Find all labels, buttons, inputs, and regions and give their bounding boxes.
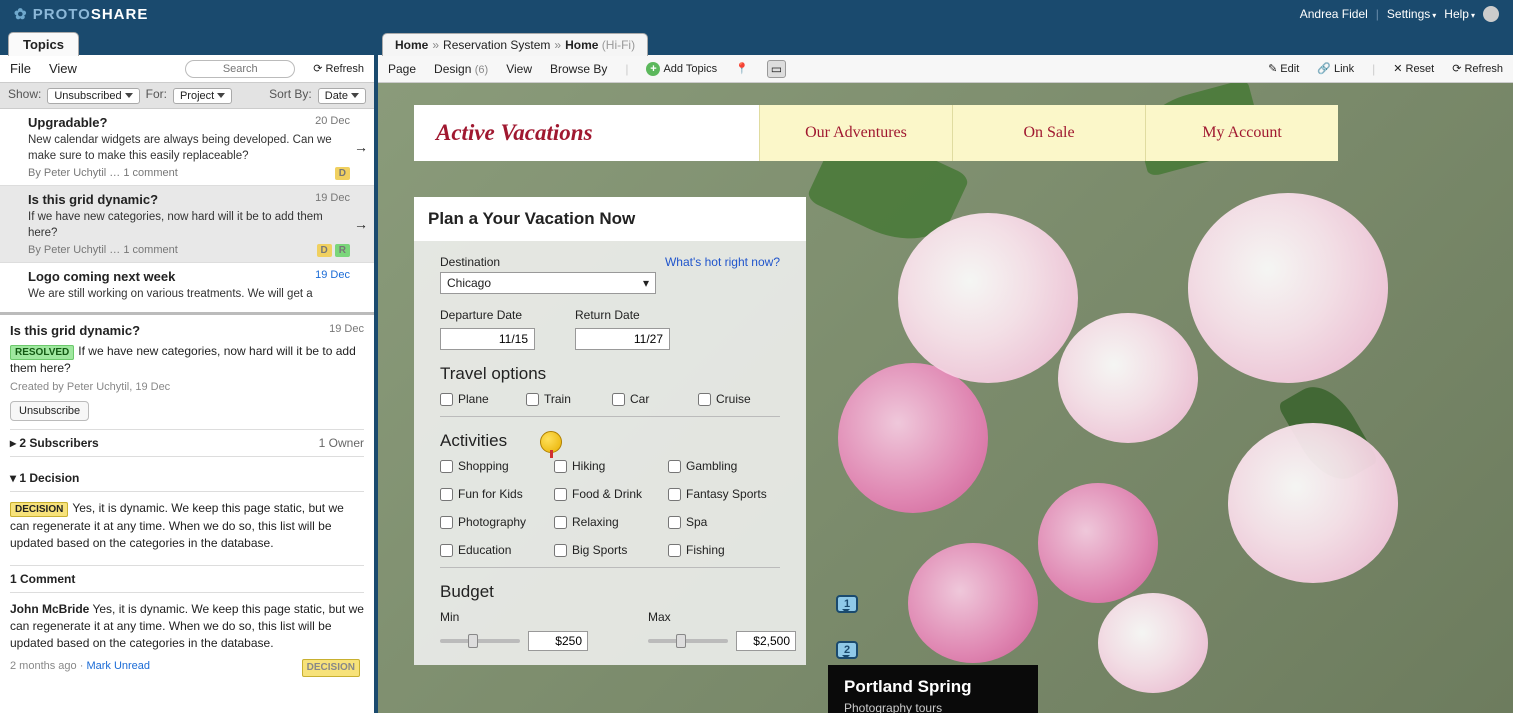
chk-activity[interactable]: Relaxing	[554, 515, 664, 529]
menu-file[interactable]: File	[10, 61, 31, 76]
tab-topics[interactable]: Topics	[8, 32, 79, 56]
link-button[interactable]: 🔗Link	[1317, 62, 1354, 75]
topic-item[interactable]: 19 Dec Is this grid dynamic? If we have …	[0, 186, 374, 263]
chk-activity[interactable]: Shopping	[440, 459, 550, 473]
decision-badge: D	[335, 167, 350, 180]
arrow-icon: →	[354, 139, 368, 155]
topic-detail: 19 Dec Is this grid dynamic? RESOLVEDIf …	[0, 312, 374, 713]
tb-browse[interactable]: Browse By	[550, 62, 607, 76]
subscribers-toggle[interactable]: ▸ 2 Subscribers	[10, 436, 99, 450]
feature-card[interactable]: Portland Spring Photography tours	[828, 665, 1038, 713]
chk-activity[interactable]: Fun for Kids	[440, 487, 550, 501]
resolved-badge: RESOLVED	[10, 345, 74, 360]
design-canvas[interactable]: Active Vacations Our Adventures On Sale …	[378, 83, 1513, 713]
chk-train[interactable]: Train	[526, 392, 608, 406]
min-input[interactable]	[528, 631, 588, 651]
chk-activity[interactable]: Spa	[668, 515, 788, 529]
chk-activity[interactable]: Education	[440, 543, 550, 557]
decision-badge: DECISION	[10, 502, 68, 517]
nav-adventures[interactable]: Our Adventures	[759, 105, 952, 161]
return-input[interactable]	[575, 328, 670, 350]
link-icon: 🔗	[1317, 62, 1331, 75]
mark-unread-link[interactable]: Mark Unread	[86, 660, 150, 672]
search-input[interactable]	[185, 60, 295, 78]
refresh-icon: ⟳	[1452, 62, 1461, 75]
pencil-icon: ✎	[1268, 62, 1277, 75]
chk-activity[interactable]: Photography	[440, 515, 550, 529]
chk-activity[interactable]: Big Sports	[554, 543, 664, 557]
departure-input[interactable]	[440, 328, 535, 350]
menu-view[interactable]: View	[49, 61, 77, 76]
arrow-icon: →	[354, 216, 368, 232]
plus-icon: +	[646, 62, 660, 76]
reset-button[interactable]: ✕Reset	[1393, 62, 1434, 75]
annotation-marker[interactable]: 1	[836, 595, 858, 613]
topic-item[interactable]: 20 Dec Upgradable? New calendar widgets …	[0, 109, 374, 186]
annotation-toggle[interactable]: ▭	[767, 60, 786, 78]
min-slider[interactable]	[440, 639, 520, 643]
refresh-icon: ⟳	[313, 62, 322, 75]
annotation-marker[interactable]: 2	[836, 641, 858, 659]
pushpin-icon[interactable]	[540, 431, 562, 453]
chk-activity[interactable]: Hiking	[554, 459, 664, 473]
x-icon: ✕	[1393, 62, 1402, 75]
help-menu[interactable]: Help▾	[1444, 7, 1475, 21]
breadcrumb[interactable]: Home»Reservation System»Home (Hi-Fi)	[382, 33, 648, 56]
chk-activity[interactable]: Food & Drink	[554, 487, 664, 501]
edit-button[interactable]: ✎Edit	[1268, 62, 1299, 75]
max-slider[interactable]	[648, 639, 728, 643]
tb-design[interactable]: Design (6)	[434, 62, 488, 76]
add-topics-button[interactable]: +Add Topics	[646, 62, 717, 76]
chk-activity[interactable]: Fantasy Sports	[668, 487, 788, 501]
chk-plane[interactable]: Plane	[440, 392, 522, 406]
tb-view[interactable]: View	[506, 62, 532, 76]
chk-car[interactable]: Car	[612, 392, 694, 406]
topic-list: 20 Dec Upgradable? New calendar widgets …	[0, 109, 374, 312]
brand-title: Active Vacations	[414, 105, 759, 161]
unsubscribe-button[interactable]: Unsubscribe	[10, 401, 89, 421]
sort-select[interactable]: Date	[318, 88, 366, 104]
destination-select[interactable]: Chicago▾	[440, 272, 656, 294]
max-input[interactable]	[736, 631, 796, 651]
show-select[interactable]: Unsubscribed	[47, 88, 139, 104]
app-logo: ✿ PROTOSHARE	[14, 5, 148, 23]
chk-cruise[interactable]: Cruise	[698, 392, 780, 406]
refresh-button[interactable]: ⟳Refresh	[313, 62, 364, 75]
nav-account[interactable]: My Account	[1145, 105, 1338, 161]
decision-toggle[interactable]: ▾ 1 Decision	[10, 471, 79, 485]
search-form: Plan a Your Vacation Now What's hot righ…	[414, 197, 806, 665]
tb-page[interactable]: Page	[388, 62, 416, 76]
chk-activity[interactable]: Fishing	[668, 543, 788, 557]
topic-item[interactable]: 19 Dec Logo coming next week We are stil…	[0, 263, 374, 312]
decision-badge: DECISION	[302, 659, 360, 678]
settings-menu[interactable]: Settings▾	[1387, 7, 1436, 21]
user-name[interactable]: Andrea Fidel	[1300, 7, 1368, 21]
for-select[interactable]: Project	[173, 88, 232, 104]
pin-toggle[interactable]: 📍	[735, 62, 749, 75]
nav-sale[interactable]: On Sale	[952, 105, 1145, 161]
hot-link[interactable]: What's hot right now?	[665, 255, 780, 269]
chk-activity[interactable]: Gambling	[668, 459, 788, 473]
refresh-button[interactable]: ⟳Refresh	[1452, 62, 1503, 75]
avatar[interactable]	[1483, 6, 1499, 22]
